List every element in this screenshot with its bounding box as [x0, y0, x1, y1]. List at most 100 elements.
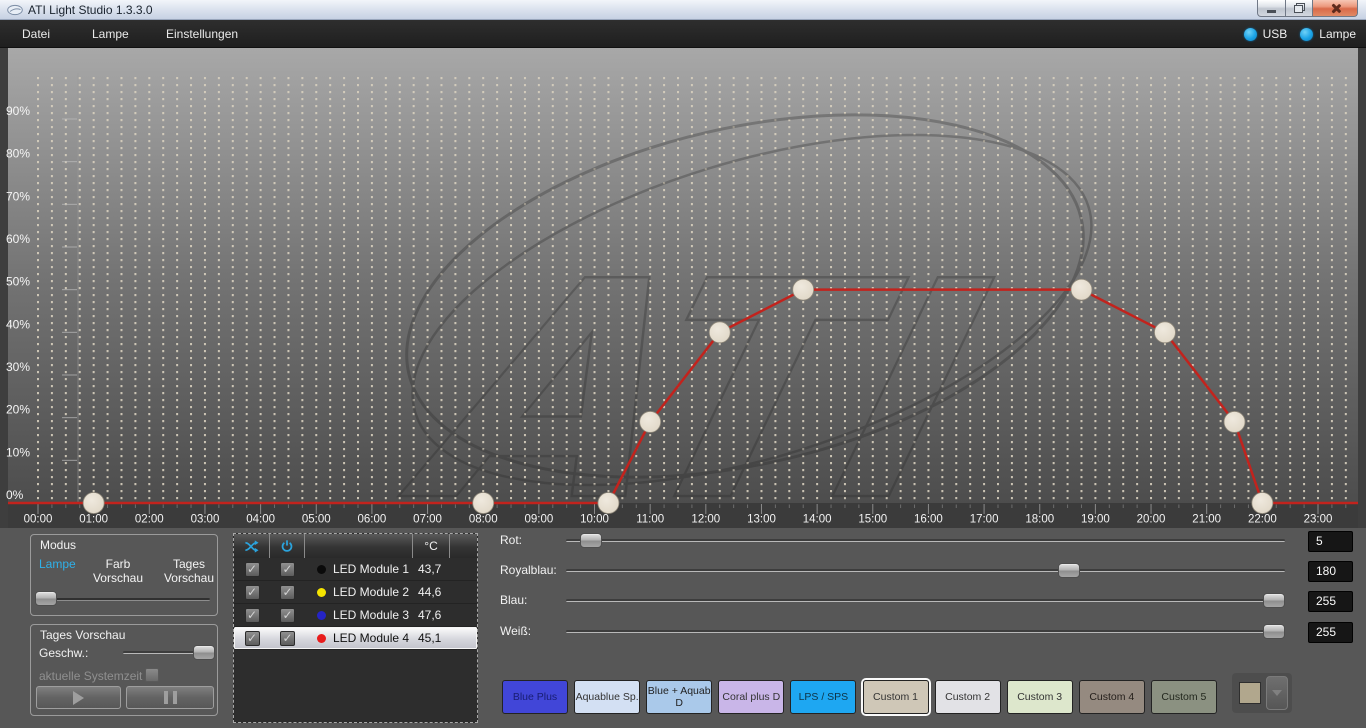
- speed-label: Geschw.:: [39, 646, 88, 660]
- spare-column-header: [450, 534, 477, 558]
- module-connect-checkbox[interactable]: ✓: [245, 608, 260, 623]
- channel-slider-track-royalblau[interactable]: [566, 569, 1285, 572]
- x-axis-label: 02:00: [135, 514, 164, 526]
- x-axis-label: 22:00: [1248, 514, 1277, 526]
- module-power-checkbox[interactable]: ✓: [280, 631, 295, 646]
- curve-point-22:00[interactable]: [1252, 493, 1273, 514]
- x-axis-label: 12:00: [691, 514, 720, 526]
- y-axis-label: 60%: [6, 232, 30, 246]
- mode-groupbox-title: Modus: [40, 538, 76, 552]
- x-axis-label: 04:00: [246, 514, 275, 526]
- preset-button-custom-1[interactable]: Custom 1: [863, 680, 929, 714]
- system-time-label: aktuelle Systemzeit: [39, 669, 142, 683]
- close-button[interactable]: [1313, 0, 1358, 17]
- mode-option-tages-vorschau[interactable]: Tages Vorschau: [157, 557, 221, 585]
- channel-slider-handle-royalblau[interactable]: [1058, 563, 1080, 578]
- curve-point-13:45[interactable]: [793, 279, 814, 300]
- y-axis-label: 80%: [6, 147, 30, 161]
- curve-point-12:15[interactable]: [709, 322, 730, 343]
- color-dropdown-button[interactable]: [1266, 676, 1288, 710]
- module-color-dot: [317, 588, 326, 597]
- channel-slider-track-wei[interactable]: [566, 630, 1285, 633]
- minimize-button[interactable]: [1257, 0, 1286, 17]
- preset-button-blue-plus[interactable]: Blue Plus: [502, 680, 568, 714]
- y-axis-label: 30%: [6, 360, 30, 374]
- channel-slider-handle-rot[interactable]: [580, 533, 602, 548]
- module-temp: 47,6: [413, 608, 450, 622]
- mode-groupbox: Modus Lampe Farb VorschauTages Vorschau: [30, 534, 218, 616]
- system-time-checkbox[interactable]: [145, 668, 159, 682]
- channel-slider-handle-wei[interactable]: [1263, 624, 1285, 639]
- power-column-header: [270, 534, 305, 558]
- menu-item-einstellungen[interactable]: Einstellungen: [166, 27, 238, 41]
- restore-button[interactable]: [1286, 0, 1313, 17]
- module-connect-checkbox[interactable]: ✓: [245, 562, 260, 577]
- preset-button-coral-plus-d[interactable]: Coral plus D: [718, 680, 784, 714]
- module-row-1[interactable]: ✓ ✓ LED Module 1 43,7: [234, 558, 477, 581]
- restore-icon: [1294, 3, 1305, 13]
- curve-point-08:00[interactable]: [473, 493, 494, 514]
- preset-button-custom-2[interactable]: Custom 2: [935, 680, 1001, 714]
- play-button[interactable]: [36, 686, 121, 709]
- y-axis-label: 50%: [6, 275, 30, 289]
- connect-column-header: [234, 534, 270, 558]
- x-axis-label: 14:00: [803, 514, 832, 526]
- preset-button-blue-aquab-d[interactable]: Blue + Aquab D: [646, 680, 712, 714]
- channel-value-royalblau[interactable]: 180: [1308, 561, 1353, 582]
- menu-item-lampe[interactable]: Lampe: [92, 27, 129, 41]
- mode-option-lampe[interactable]: Lampe: [39, 557, 76, 571]
- app-window: ATI Light Studio 1.3.3.0 USB Lampe Datei L…: [0, 0, 1366, 728]
- mode-option-farb-vorschau[interactable]: Farb Vorschau: [83, 557, 153, 585]
- x-axis-label: 07:00: [413, 514, 442, 526]
- preset-button-lps-sps[interactable]: LPS / SPS: [790, 680, 856, 714]
- module-power-checkbox[interactable]: ✓: [280, 562, 295, 577]
- channel-label-rot: Rot:: [500, 533, 522, 547]
- channel-slider-track-rot[interactable]: [566, 539, 1285, 542]
- y-axis-label: 90%: [6, 104, 30, 118]
- mode-slider-handle[interactable]: [35, 591, 57, 606]
- channel-value-rot[interactable]: 5: [1308, 531, 1353, 552]
- curve-point-11:00[interactable]: [640, 411, 661, 432]
- color-swatch[interactable]: [1239, 682, 1261, 704]
- light-curve-chart: ATI 0%10%20%30%40%50%60%70%80%90%00:0001…: [0, 48, 1366, 528]
- x-axis-label: 16:00: [914, 514, 943, 526]
- close-icon: [1330, 3, 1341, 14]
- module-power-checkbox[interactable]: ✓: [280, 585, 295, 600]
- curve-point-18:45[interactable]: [1071, 279, 1092, 300]
- curve-point-21:30[interactable]: [1224, 411, 1245, 432]
- channel-value-wei[interactable]: 255: [1308, 622, 1353, 643]
- module-connect-checkbox[interactable]: ✓: [245, 585, 260, 600]
- y-axis-label: 20%: [6, 403, 30, 417]
- preset-button-custom-5[interactable]: Custom 5: [1151, 680, 1217, 714]
- module-row-2[interactable]: ✓✓LED Module 244,6: [234, 581, 477, 604]
- module-temp: 43,7: [413, 562, 450, 576]
- menu-item-datei[interactable]: Datei: [22, 27, 50, 41]
- module-connect-checkbox[interactable]: ✓: [245, 631, 260, 646]
- power-icon: [280, 539, 294, 553]
- preset-button-aquablue-sp-[interactable]: Aquablue Sp.: [574, 680, 640, 714]
- module-row-3[interactable]: ✓✓LED Module 347,6: [234, 604, 477, 627]
- channel-value-blau[interactable]: 255: [1308, 591, 1353, 612]
- speed-slider-handle[interactable]: [193, 645, 215, 660]
- curve-point-10:15[interactable]: [598, 493, 619, 514]
- mode-slider-track[interactable]: [38, 598, 210, 601]
- titlebar: ATI Light Studio 1.3.3.0: [0, 0, 1366, 20]
- module-name: LED Module 1: [333, 562, 409, 576]
- channel-label-wei: Weiß:: [500, 624, 531, 638]
- module-row-4[interactable]: ✓✓LED Module 445,1: [234, 627, 477, 650]
- curve-point-20:15[interactable]: [1154, 322, 1175, 343]
- x-axis-label: 01:00: [79, 514, 108, 526]
- temp-column-header: °C: [413, 534, 450, 558]
- channel-slider-track-blau[interactable]: [566, 599, 1285, 602]
- x-axis-label: 10:00: [580, 514, 609, 526]
- preset-button-custom-4[interactable]: Custom 4: [1079, 680, 1145, 714]
- usb-indicator-label: USB: [1263, 27, 1288, 41]
- module-power-checkbox[interactable]: ✓: [280, 608, 295, 623]
- pause-button[interactable]: [126, 686, 214, 709]
- channel-slider-handle-blau[interactable]: [1263, 593, 1285, 608]
- module-rows: ✓✓LED Module 143,7✓✓LED Module 244,6✓✓LE…: [234, 558, 477, 650]
- minimize-icon: [1267, 10, 1276, 13]
- preset-button-custom-3[interactable]: Custom 3: [1007, 680, 1073, 714]
- chevron-down-icon: [1272, 690, 1282, 696]
- curve-point-01:00[interactable]: [83, 493, 104, 514]
